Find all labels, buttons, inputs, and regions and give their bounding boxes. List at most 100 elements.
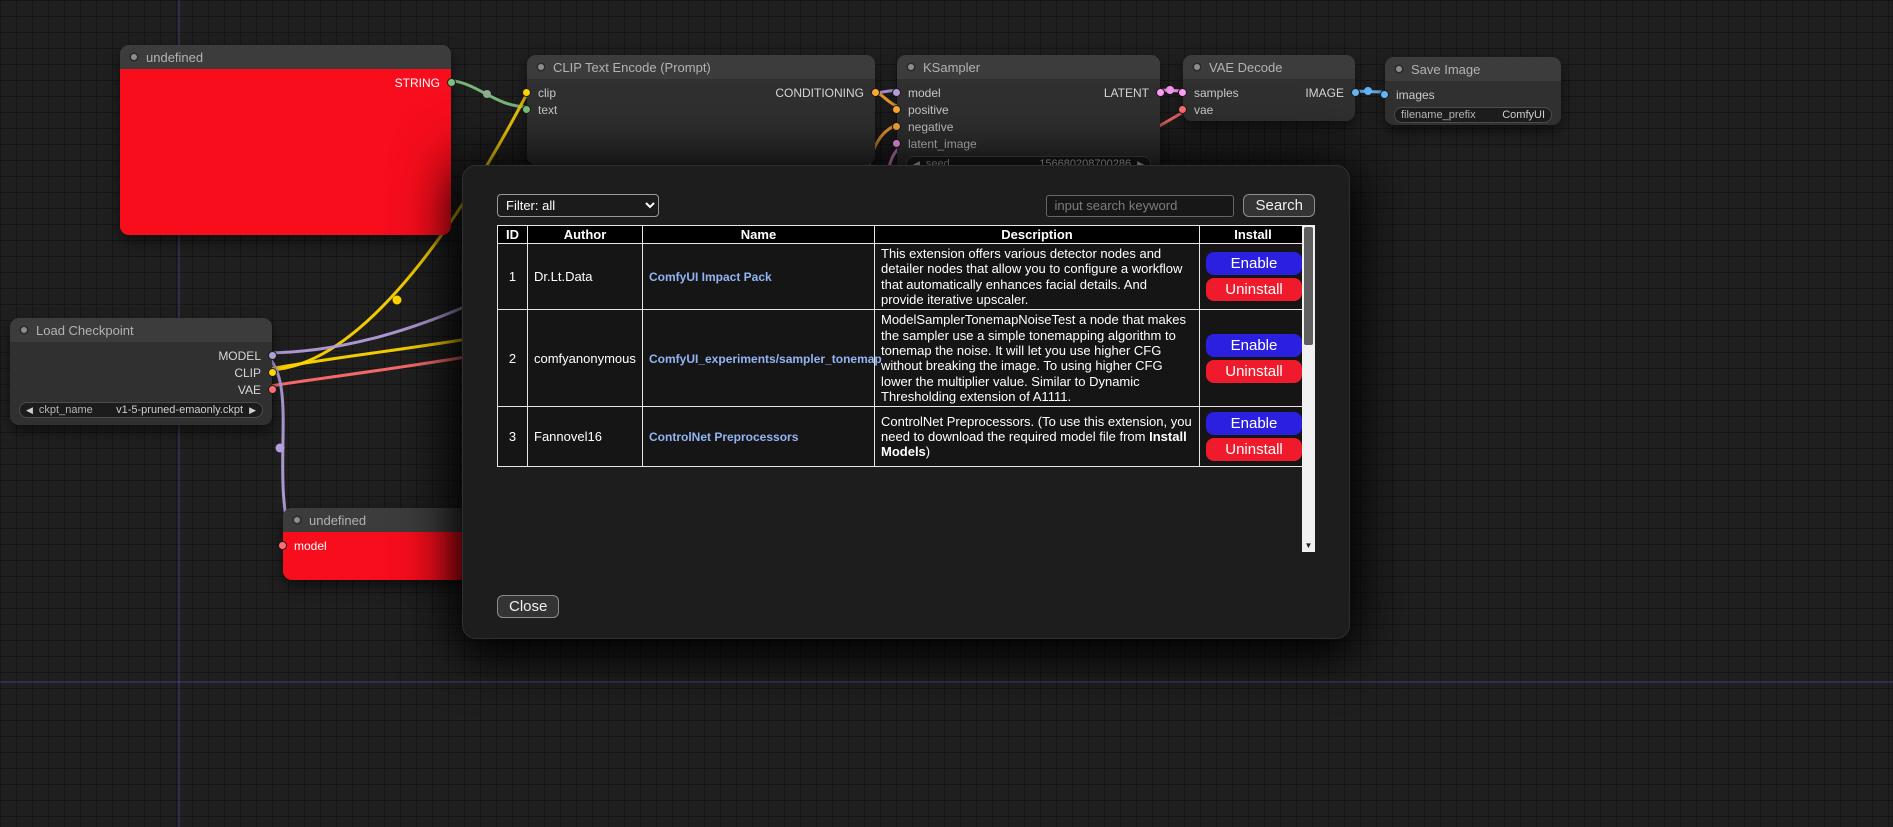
input-slot-positive[interactable]: positive [897, 103, 949, 117]
uninstall-button[interactable]: Uninstall [1206, 438, 1302, 461]
output-slot-conditioning[interactable]: CONDITIONING [775, 86, 875, 100]
table-scrollbar[interactable]: ▼ [1302, 225, 1315, 552]
image-slot-dot[interactable] [1380, 90, 1389, 99]
link-midpoint-dot [276, 444, 285, 453]
node-undefined-string[interactable]: undefined STRING [120, 45, 451, 235]
extension-table: ID Author Name Description Install 1 Dr.… [497, 225, 1307, 467]
collapse-dot-icon[interactable] [19, 325, 29, 335]
node-title: CLIP Text Encode (Prompt) [553, 60, 711, 75]
collapse-dot-icon[interactable] [906, 62, 916, 72]
node-vae-decode[interactable]: VAE Decode samples IMAGE vae [1183, 55, 1355, 121]
extension-id: 1 [498, 244, 528, 310]
node-save-image[interactable]: Save Image images filename_prefix ComfyU… [1385, 57, 1561, 125]
vae-slot-dot[interactable] [1178, 105, 1187, 114]
uninstall-button[interactable]: Uninstall [1206, 360, 1302, 383]
conditioning-slot-dot[interactable] [871, 88, 880, 97]
filename-prefix-widget[interactable]: filename_prefix ComfyUI [1394, 107, 1552, 123]
node-title-bar[interactable]: undefined [120, 45, 451, 69]
node-title-bar[interactable]: undefined [283, 508, 468, 532]
extension-author: Fannovel16 [528, 407, 643, 467]
node-ksampler[interactable]: KSampler model LATENT positive [897, 55, 1160, 171]
image-slot-dot[interactable] [1351, 88, 1360, 97]
col-id: ID [498, 226, 528, 244]
input-slot-vae[interactable]: vae [1183, 103, 1213, 117]
extension-description: ModelSamplerTonemapNoiseTest a node that… [875, 310, 1200, 407]
collapse-dot-icon[interactable] [292, 515, 302, 525]
canvas-axis-horizontal [0, 681, 1893, 683]
node-title-bar[interactable]: VAE Decode [1183, 55, 1355, 79]
output-slot-model[interactable]: MODEL [218, 349, 272, 363]
input-slot-model[interactable]: model [897, 86, 941, 100]
node-undefined-model[interactable]: undefined model [283, 508, 468, 580]
output-slot-latent[interactable]: LATENT [1104, 86, 1160, 100]
collapse-dot-icon[interactable] [536, 62, 546, 72]
node-title-bar[interactable]: Save Image [1385, 57, 1561, 81]
close-button[interactable]: Close [497, 595, 559, 618]
conditioning-slot-dot[interactable] [892, 105, 901, 114]
input-slot-latent-image[interactable]: latent_image [897, 137, 977, 151]
extension-table-wrap: ID Author Name Description Install 1 Dr.… [497, 225, 1315, 552]
scrollbar-down-arrow-icon[interactable]: ▼ [1302, 538, 1315, 552]
input-slot-text[interactable]: text [527, 103, 557, 117]
clip-slot-dot[interactable] [268, 368, 277, 377]
search-input[interactable] [1046, 195, 1234, 217]
node-title: undefined [146, 50, 203, 65]
extension-id: 3 [498, 407, 528, 467]
node-clip-text-encode[interactable]: CLIP Text Encode (Prompt) clip CONDITION… [527, 55, 875, 165]
latent-slot-dot[interactable] [1178, 88, 1187, 97]
extension-link[interactable]: ComfyUI_experiments/sampler_tonemap [649, 352, 882, 366]
clip-slot-dot[interactable] [522, 88, 531, 97]
collapse-dot-icon[interactable] [129, 52, 139, 62]
input-slot-samples[interactable]: samples [1183, 86, 1239, 100]
next-arrow-icon[interactable]: ▶ [249, 405, 256, 416]
node-title-bar[interactable]: CLIP Text Encode (Prompt) [527, 55, 875, 79]
node-load-checkpoint[interactable]: Load Checkpoint MODEL CLIP VAE [10, 318, 272, 425]
node-title-bar[interactable]: Load Checkpoint [10, 318, 272, 342]
comfyui-canvas[interactable]: undefined STRING CLIP Text Encode (Promp… [0, 0, 1893, 827]
extension-link[interactable]: ComfyUI Impact Pack [649, 270, 772, 284]
link-midpoint-dot [1364, 87, 1372, 95]
scrollbar-thumb[interactable] [1304, 227, 1313, 345]
output-slot-image[interactable]: IMAGE [1305, 86, 1355, 100]
output-slot-clip[interactable]: CLIP [234, 366, 272, 380]
previous-arrow-icon[interactable]: ◀ [26, 405, 33, 416]
node-title-bar[interactable]: KSampler [897, 55, 1160, 79]
extension-row: 2 comfyanonymous ComfyUI_experiments/sam… [498, 310, 1307, 407]
link-midpoint-dot [393, 296, 402, 305]
vae-slot-dot[interactable] [268, 385, 277, 394]
input-slot-clip[interactable]: clip [527, 86, 556, 100]
extension-link[interactable]: ControlNet Preprocessors [649, 430, 798, 444]
search-button[interactable]: Search [1243, 194, 1315, 217]
latent-slot-dot[interactable] [1156, 88, 1165, 97]
collapse-dot-icon[interactable] [1394, 64, 1404, 74]
enable-button[interactable]: Enable [1206, 412, 1302, 435]
extension-id: 2 [498, 310, 528, 407]
node-title: Load Checkpoint [36, 323, 134, 338]
link-midpoint-dot [1166, 86, 1174, 94]
input-slot-negative[interactable]: negative [897, 120, 953, 134]
filter-select[interactable]: Filter: all [497, 194, 659, 217]
extension-manager-dialog: Filter: all Search ID Author Name De [462, 165, 1350, 639]
input-slot-images[interactable]: images [1385, 88, 1435, 102]
output-slot-string[interactable]: STRING [395, 76, 451, 90]
uninstall-button[interactable]: Uninstall [1206, 278, 1302, 301]
extension-row: 1 Dr.Lt.Data ComfyUI Impact Pack This ex… [498, 244, 1307, 310]
conditioning-slot-dot[interactable] [892, 122, 901, 131]
link-midpoint-dot [483, 90, 491, 98]
model-slot-dot[interactable] [268, 351, 277, 360]
node-title: undefined [309, 513, 366, 528]
table-header-row: ID Author Name Description Install [498, 226, 1307, 244]
output-slot-vae[interactable]: VAE [238, 383, 272, 397]
model-slot-dot[interactable] [278, 541, 287, 550]
node-title: KSampler [923, 60, 980, 75]
enable-button[interactable]: Enable [1206, 252, 1302, 275]
latent-slot-dot[interactable] [892, 139, 901, 148]
string-slot-dot[interactable] [447, 78, 456, 87]
text-slot-dot[interactable] [522, 105, 531, 114]
ckpt-name-widget[interactable]: ◀ ckpt_name v1-5-pruned-emaonly.ckpt ▶ [19, 402, 263, 418]
collapse-dot-icon[interactable] [1192, 62, 1202, 72]
enable-button[interactable]: Enable [1206, 334, 1302, 357]
model-slot-dot[interactable] [892, 88, 901, 97]
extension-description: ControlNet Preprocessors. (To use this e… [875, 407, 1200, 467]
input-slot-model[interactable]: model [283, 539, 327, 553]
